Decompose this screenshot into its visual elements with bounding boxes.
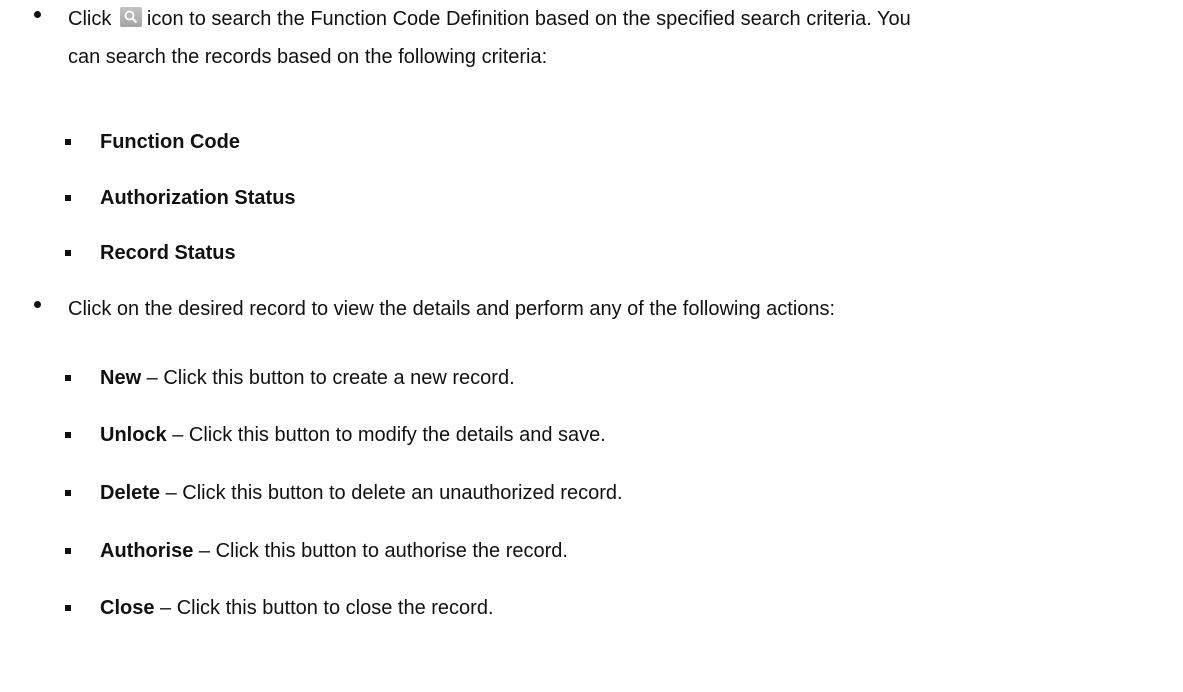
sub-bullet-square xyxy=(65,195,71,201)
bullet-dot xyxy=(34,301,41,308)
document-page: Click icon to search the Function Code D… xyxy=(0,0,1183,692)
action-name: New xyxy=(100,367,142,389)
bullet-text-line-1: Click icon to search the Function Code D… xyxy=(68,0,1168,38)
bullet-text-line-2: can search the records based on the foll… xyxy=(68,46,548,68)
criteria-label: Record Status xyxy=(100,242,236,264)
action-item-authorise: Authorise – Click this button to authori… xyxy=(65,538,568,564)
action-description: – Click this button to modify the detail… xyxy=(166,424,606,446)
criteria-item-record-status: Record Status xyxy=(65,240,236,266)
criteria-label: Function Code xyxy=(100,131,240,153)
action-name: Unlock xyxy=(100,424,167,446)
click-word: Click xyxy=(68,8,112,30)
sub-bullet-square xyxy=(65,139,71,145)
criteria-label: Authorization Status xyxy=(100,187,296,209)
search-icon xyxy=(119,7,142,27)
bullet-dot xyxy=(34,11,41,18)
sub-bullet-square xyxy=(65,605,71,611)
action-name: Authorise xyxy=(100,540,194,562)
search-description: icon to search the Function Code Definit… xyxy=(146,8,911,30)
sub-bullet-square xyxy=(65,250,71,256)
sub-bullet-square xyxy=(65,548,71,554)
action-description: – Click this button to delete an unautho… xyxy=(160,482,623,504)
sub-bullet-square xyxy=(65,490,71,496)
action-item-unlock: Unlock – Click this button to modify the… xyxy=(65,422,606,448)
sub-bullet-square xyxy=(65,375,71,381)
actions-intro-text: Click on the desired record to view the … xyxy=(68,298,836,320)
action-item-close: Close – Click this button to close the r… xyxy=(65,595,494,621)
sub-bullet-square xyxy=(65,432,71,438)
criteria-item-function-code: Function Code xyxy=(65,129,240,155)
action-description: – Click this button to close the record. xyxy=(154,597,494,619)
action-description: – Click this button to create a new reco… xyxy=(141,367,515,389)
criteria-item-authorization-status: Authorization Status xyxy=(65,185,296,211)
action-name: Delete xyxy=(100,482,161,504)
bullet-search-instructions: Click icon to search the Function Code D… xyxy=(34,0,1168,76)
action-name: Close xyxy=(100,597,155,619)
bullet-actions-intro: Click on the desired record to view the … xyxy=(34,290,1168,328)
action-description: – Click this button to authorise the rec… xyxy=(193,540,568,562)
action-item-delete: Delete – Click this button to delete an … xyxy=(65,480,623,506)
action-item-new: New – Click this button to create a new … xyxy=(65,365,515,391)
